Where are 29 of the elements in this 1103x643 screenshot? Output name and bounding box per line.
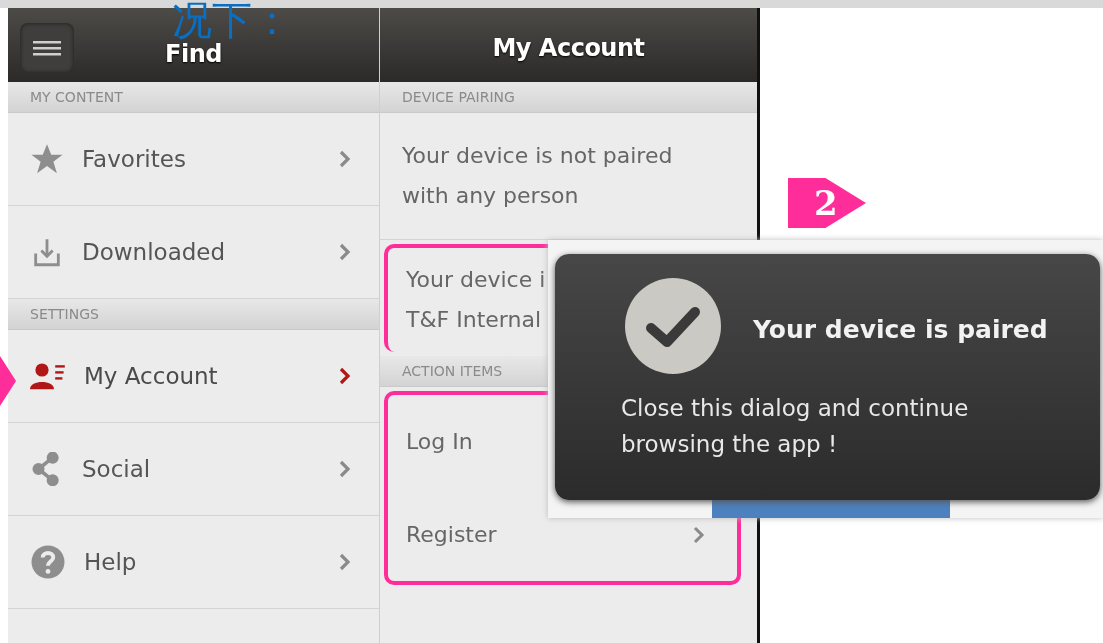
checkmark-icon <box>625 278 721 374</box>
dialog-title: Your device is paired <box>753 314 1048 344</box>
chevron-icon <box>339 367 351 385</box>
menu-button[interactable] <box>20 23 74 73</box>
sidebar-item[interactable]: Help <box>8 516 379 609</box>
row-text: Your device i T&F Internal <box>406 266 546 334</box>
chevron-icon <box>693 525 705 544</box>
chevron-icon <box>339 150 351 168</box>
chevron-icon <box>339 243 351 261</box>
chevron-icon <box>339 553 351 571</box>
menu-icon <box>33 40 61 56</box>
row-text: Your device is not paired with any person <box>402 142 673 210</box>
pointer-arrow-icon <box>0 356 16 406</box>
row-text: Register <box>406 520 497 549</box>
help-icon <box>30 544 66 580</box>
panel-title: My Account <box>492 34 645 62</box>
sidebar-item[interactable]: Social <box>8 423 379 516</box>
step-marker: 2 <box>788 178 866 228</box>
panel-title: Find <box>165 40 222 68</box>
section-heading: MY CONTENT <box>8 82 379 113</box>
list-row[interactable]: Register <box>388 488 737 581</box>
star-icon <box>30 142 64 176</box>
section-heading: DEVICE PAIRING <box>380 82 757 113</box>
sidebar-item[interactable]: Favorites <box>8 113 379 206</box>
chevron-icon <box>339 460 351 478</box>
section-heading: SETTINGS <box>8 299 379 330</box>
person-list-icon <box>30 361 66 391</box>
caption-text: 况下： <box>172 0 292 40</box>
dialog-message: Close this dialog and continue browsing the app ! <box>621 394 970 459</box>
